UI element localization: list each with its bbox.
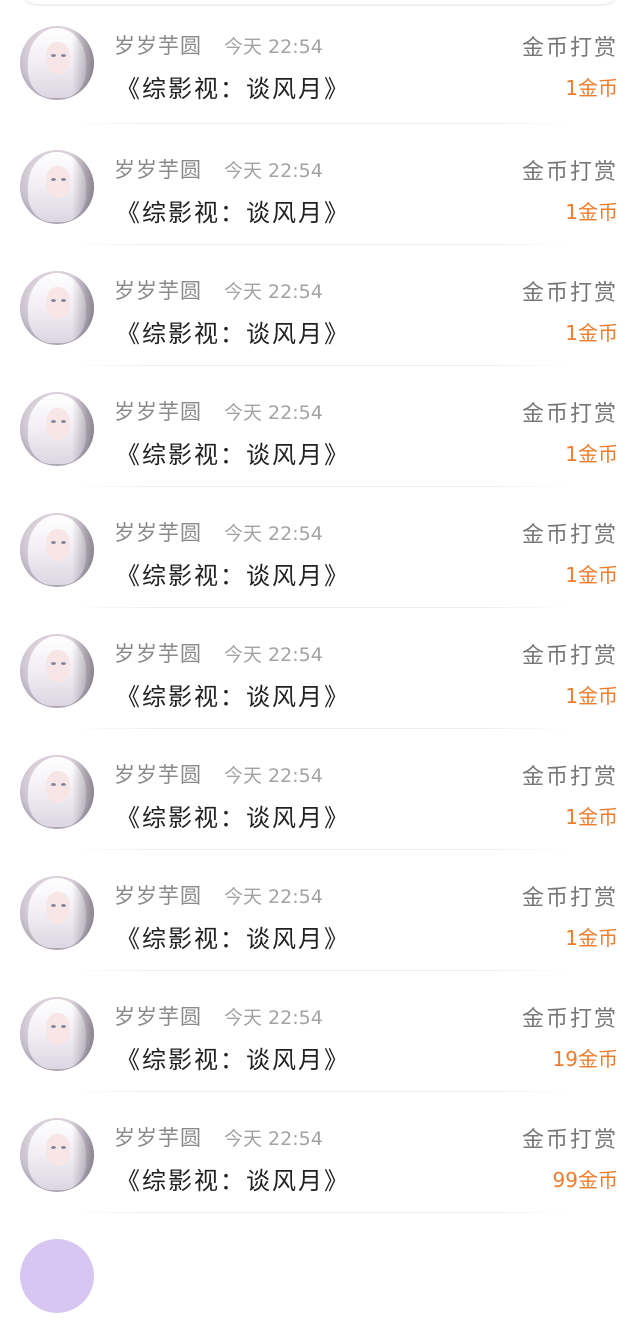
reward-type: 金币打赏 [521,523,618,548]
user-name[interactable]: 岁岁芋圆 [114,638,202,668]
reward-amount: 1金币 [565,321,618,345]
avatar[interactable] [20,755,94,829]
user-name[interactable]: 岁岁芋圆 [114,275,202,305]
reward-amount: 19金币 [552,1047,618,1071]
reward-type: 金币打赏 [521,765,618,790]
avatar[interactable] [20,271,94,345]
timestamp: 今天 22:54 [224,36,323,58]
reward-type: 金币打赏 [521,1128,618,1153]
timestamp: 今天 22:54 [224,765,323,787]
list-item[interactable]: 岁岁芋圆 今天 22:54 《综影视：谈风月》 金币打赏 1金币 [0,487,640,608]
reward-type: 金币打赏 [521,886,618,911]
book-title: 《综影视：谈风月》 [116,562,350,590]
reward-type: 金币打赏 [521,281,618,306]
book-title: 《综影视：谈风月》 [116,441,350,469]
reward-type: 金币打赏 [521,1007,618,1032]
user-name[interactable]: 岁岁芋圆 [114,1001,202,1031]
book-title: 《综影视：谈风月》 [116,75,350,103]
avatar[interactable] [20,513,94,587]
list-item[interactable]: 岁岁芋圆 今天 22:54 《综影视：谈风月》 金币打赏 1金币 [0,0,640,124]
reward-amount: 1金币 [565,76,618,100]
reward-amount: 1金币 [565,200,618,224]
reward-amount: 1金币 [565,684,618,708]
user-name[interactable]: 岁岁芋圆 [114,396,202,426]
timestamp: 今天 22:54 [224,644,323,666]
list-item[interactable]: 岁岁芋圆 今天 22:54 《综影视：谈风月》 金币打赏 1金币 [0,729,640,850]
book-title: 《综影视：谈风月》 [116,320,350,348]
user-name[interactable]: 岁岁芋圆 [114,517,202,547]
avatar[interactable] [20,1118,94,1192]
timestamp: 今天 22:54 [224,886,323,908]
list-item[interactable]: 岁岁芋圆 今天 22:54 《综影视：谈风月》 金币打赏 99金币 [0,1092,640,1213]
reward-type: 金币打赏 [521,402,618,427]
book-title: 《综影视：谈风月》 [116,683,350,711]
avatar[interactable] [20,392,94,466]
list-item-partial[interactable] [0,1213,640,1334]
book-title: 《综影视：谈风月》 [116,1167,350,1195]
avatar[interactable] [20,150,94,224]
list-item[interactable]: 岁岁芋圆 今天 22:54 《综影视：谈风月》 金币打赏 1金币 [0,245,640,366]
timestamp: 今天 22:54 [224,1007,323,1029]
timestamp: 今天 22:54 [224,523,323,545]
timestamp: 今天 22:54 [224,160,323,182]
list-item[interactable]: 岁岁芋圆 今天 22:54 《综影视：谈风月》 金币打赏 1金币 [0,124,640,245]
book-title: 《综影视：谈风月》 [116,925,350,953]
reward-type: 金币打赏 [521,160,618,185]
reward-amount: 1金币 [565,805,618,829]
reward-amount: 99金币 [552,1168,618,1192]
avatar[interactable] [20,1239,94,1313]
list-item[interactable]: 岁岁芋圆 今天 22:54 《综影视：谈风月》 金币打赏 1金币 [0,850,640,971]
book-title: 《综影视：谈风月》 [116,804,350,832]
list-item[interactable]: 岁岁芋圆 今天 22:54 《综影视：谈风月》 金币打赏 1金币 [0,366,640,487]
reward-type: 金币打赏 [521,644,618,669]
reward-amount: 1金币 [565,926,618,950]
avatar[interactable] [20,876,94,950]
list-item[interactable]: 岁岁芋圆 今天 22:54 《综影视：谈风月》 金币打赏 1金币 [0,608,640,729]
reward-type: 金币打赏 [521,36,618,61]
avatar[interactable] [20,26,94,100]
list-item[interactable]: 岁岁芋圆 今天 22:54 《综影视：谈风月》 金币打赏 19金币 [0,971,640,1092]
avatar[interactable] [20,634,94,708]
timestamp: 今天 22:54 [224,1128,323,1150]
timestamp: 今天 22:54 [224,281,323,303]
reward-list: 岁岁芋圆 今天 22:54 《综影视：谈风月》 金币打赏 1金币 岁岁芋圆 今天… [0,0,640,1334]
user-name[interactable]: 岁岁芋圆 [114,30,202,60]
timestamp: 今天 22:54 [224,402,323,424]
reward-amount: 1金币 [565,563,618,587]
user-name[interactable]: 岁岁芋圆 [114,880,202,910]
user-name[interactable]: 岁岁芋圆 [114,1122,202,1152]
avatar[interactable] [20,997,94,1071]
user-name[interactable]: 岁岁芋圆 [114,759,202,789]
book-title: 《综影视：谈风月》 [116,199,350,227]
book-title: 《综影视：谈风月》 [116,1046,350,1074]
user-name[interactable]: 岁岁芋圆 [114,154,202,184]
reward-amount: 1金币 [565,442,618,466]
